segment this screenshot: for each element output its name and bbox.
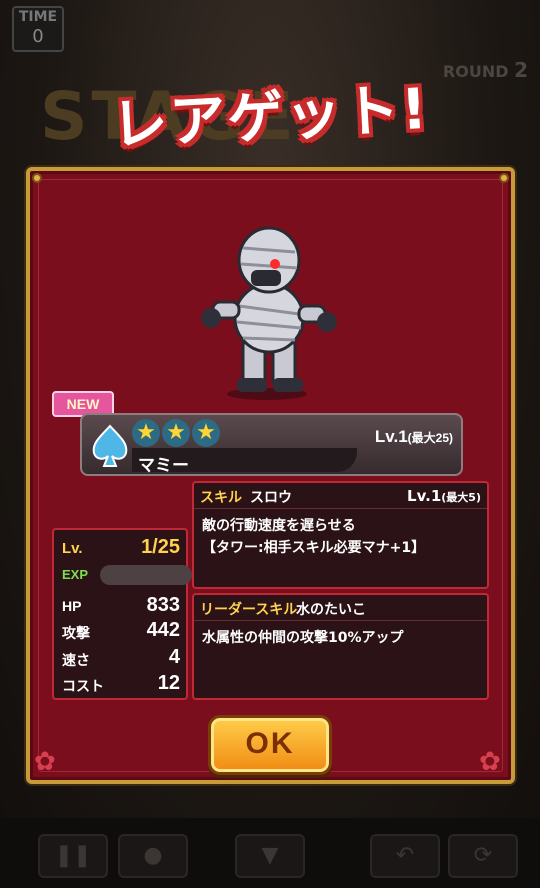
refresh-button[interactable]: ⟳ xyxy=(448,834,518,878)
stat-level-value: 1/25 xyxy=(141,536,180,558)
star-icon: ★ xyxy=(162,419,190,447)
corner-rivet-icon xyxy=(499,173,509,183)
skill-desc-line1: 敵の行動速度を遅らせる xyxy=(202,518,356,534)
skill-description: 敵の行動速度を遅らせる 【タワー:相手スキル必要マナ+1】 xyxy=(202,515,481,559)
flourish-icon: ✿ xyxy=(34,747,56,777)
time-label: TIME xyxy=(18,9,58,25)
stat-level-label: Lv. xyxy=(62,540,83,557)
skill-label: スキル xyxy=(200,490,242,506)
skill-desc-line2: 【タワー:相手スキル必要マナ+1】 xyxy=(202,540,426,556)
mummy-character-image xyxy=(201,226,337,400)
monster-level-value: Lv.1 xyxy=(374,427,408,446)
star-icon: ★ xyxy=(132,419,160,447)
stat-hp: HP 833 xyxy=(62,594,180,620)
stats-box: Lv. 1/25 EXP HP 833 攻撃 442 速さ 4 コスト 12 xyxy=(52,528,192,700)
skill-name: スロウ xyxy=(250,490,292,506)
stat-speed: 速さ 4 xyxy=(62,646,180,672)
skill-level: Lv.1(最大5) xyxy=(407,487,481,505)
corner-rivet-icon xyxy=(32,173,42,183)
skill-header: スキル スロウ Lv.1(最大5) xyxy=(194,483,487,509)
monster-name: マミー xyxy=(138,456,189,476)
water-spade-icon xyxy=(92,424,128,467)
stat-level: Lv. 1/25 xyxy=(62,536,180,562)
stat-cost-value: 12 xyxy=(157,672,180,694)
monster-level: Lv.1(最大25) xyxy=(375,427,453,447)
stat-attack-value: 442 xyxy=(146,619,180,641)
item-button[interactable]: ● xyxy=(118,834,188,878)
stat-speed-value: 4 xyxy=(168,646,180,668)
undo-button[interactable]: ↶ xyxy=(370,834,440,878)
rarity-stars: ★ ★ ★ xyxy=(132,419,220,447)
flourish-icon: ✿ xyxy=(479,747,501,777)
monster-level-max: (最大25) xyxy=(407,431,453,445)
stat-speed-label: 速さ xyxy=(62,652,90,668)
stat-attack-label: 攻撃 xyxy=(62,625,90,641)
stat-exp-label: EXP xyxy=(62,567,89,582)
pause-button[interactable]: ❚❚ xyxy=(38,834,108,878)
leader-skill-box: リーダースキル 水のたいこ 水属性の仲間の攻撃10%アップ xyxy=(192,593,489,700)
scroll-down-button[interactable]: ▼ xyxy=(235,834,305,878)
leader-skill-description: 水属性の仲間の攻撃10%アップ xyxy=(202,630,404,646)
exp-bar xyxy=(100,565,192,585)
stat-exp: EXP xyxy=(62,564,192,588)
leader-skill-label: リーダースキル xyxy=(200,602,298,618)
bottom-toolbar: ❚❚ ● ▼ ↶ ⟳ xyxy=(0,818,540,888)
stat-cost-label: コスト xyxy=(62,678,104,694)
time-value: 0 xyxy=(32,26,44,47)
skill-level-max: (最大5) xyxy=(441,491,481,504)
leader-skill-name: 水のたいこ xyxy=(296,602,366,618)
skill-level-value: Lv.1 xyxy=(407,487,442,505)
star-icon: ★ xyxy=(192,419,220,447)
skill-box: スキル スロウ Lv.1(最大5) 敵の行動速度を遅らせる 【タワー:相手スキル… xyxy=(192,481,489,589)
ok-button[interactable]: OK xyxy=(208,715,332,775)
stat-attack: 攻撃 442 xyxy=(62,619,180,645)
stat-hp-label: HP xyxy=(62,598,82,614)
leader-skill-header: リーダースキル 水のたいこ xyxy=(194,595,487,621)
stat-cost: コスト 12 xyxy=(62,672,180,698)
monster-name-panel: ★ ★ ★ Lv.1(最大25) マミー xyxy=(80,413,463,476)
stat-hp-value: 833 xyxy=(146,594,180,616)
time-counter: TIME 0 xyxy=(12,6,64,52)
